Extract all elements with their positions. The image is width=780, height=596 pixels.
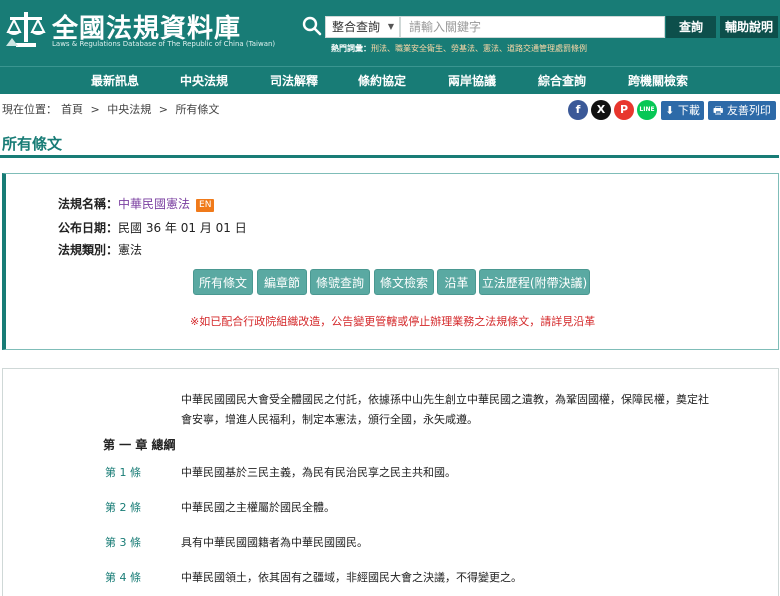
history-button[interactable]: 沿革 (437, 269, 476, 295)
english-version-badge[interactable]: EN (196, 199, 215, 212)
search-type-select[interactable]: 整合查詢 ▼ (325, 16, 400, 38)
article-text-search-button[interactable]: 條文檢索 (374, 269, 434, 295)
article-number-link[interactable]: 第 1 條 (105, 464, 141, 480)
nav-item-cross-agency[interactable]: 跨機關檢索 (628, 67, 688, 95)
preamble-line: 中華民國國民大會受全體國民之付託，依據孫中山先生創立中華民國之遺教，為鞏固國權，… (181, 393, 709, 406)
law-date-value: 民國 36 年 01 月 01 日 (118, 221, 247, 235)
print-button[interactable]: 🖶 友善列印 (708, 101, 776, 120)
nav-item-integrated-search[interactable]: 綜合查詢 (538, 67, 586, 95)
nav-item-judicial[interactable]: 司法解釋 (270, 67, 318, 95)
article-number-link[interactable]: 第 2 條 (105, 499, 141, 515)
main-nav: 最新訊息 中央法規 司法解釋 條約協定 兩岸協議 綜合查詢 跨機關檢索 (0, 66, 780, 94)
title-divider (0, 155, 779, 158)
nav-item-news[interactable]: 最新訊息 (91, 67, 139, 95)
article-text: 中華民國領土，依其固有之疆域，非經國民大會之決議，不得變更之。 (181, 571, 522, 584)
breadcrumb-separator: > (158, 103, 168, 116)
all-articles-button[interactable]: 所有條文 (193, 269, 253, 295)
article-text: 中華民國之主權屬於國民全體。 (181, 501, 335, 514)
breadcrumb-prefix: 現在位置： (2, 103, 57, 116)
help-button[interactable]: 輔助說明 (720, 16, 778, 38)
plurk-share-icon[interactable]: P (614, 100, 634, 120)
breadcrumb-separator: > (90, 103, 100, 116)
search-type-value: 整合查詢 (332, 20, 381, 34)
law-name-link[interactable]: 中華民國憲法 (118, 197, 190, 211)
line-share-icon[interactable]: LINE (637, 100, 657, 120)
law-date-row: 公布日期：民國 36 年 01 月 01 日 (58, 219, 247, 236)
preamble-line: 會安寧，增進人民福利，制定本憲法，頒行全國，永矢咸遵。 (181, 413, 478, 426)
article-number-link[interactable]: 第 4 條 (105, 569, 141, 585)
site-header: 全國法規資料庫 Laws & Regulations Database of T… (0, 0, 780, 66)
site-subtitle: Laws & Regulations Database of The Repub… (52, 40, 276, 48)
chevron-down-icon: ▼ (387, 22, 394, 31)
preamble: 中華民國國民大會受全體國民之付託，依據孫中山先生創立中華民國之遺教，為鞏固國權，… (181, 390, 711, 430)
article-text: 中華民國基於三民主義，為民有民治民享之民主共和國。 (181, 466, 456, 479)
breadcrumb-central-laws[interactable]: 中央法規 (107, 103, 151, 116)
page-title: 所有條文 (2, 135, 63, 153)
scales-logo-icon[interactable] (4, 8, 48, 50)
hot-words-list[interactable]: 刑法、職業安全衛生、勞基法、憲法、道路交通管理處罰條例 (371, 44, 587, 53)
nav-item-treaties[interactable]: 條約協定 (358, 67, 406, 95)
breadcrumb-current: 所有條文 (175, 103, 220, 116)
article-number-search-button[interactable]: 條號查詢 (310, 269, 370, 295)
hot-words: 熱門詞彙：刑法、職業安全衛生、勞基法、憲法、道路交通管理處罰條例 (331, 43, 587, 54)
download-icon: ⬇ (665, 104, 675, 117)
legislative-history-button[interactable]: 立法歷程(附帶決議) (479, 269, 590, 295)
search-icon (302, 16, 322, 36)
hot-words-label: 熱門詞彙： (331, 44, 371, 53)
article-number-link[interactable]: 第 3 條 (105, 534, 141, 550)
law-category-label: 法規類別： (58, 243, 119, 257)
breadcrumb: 現在位置： 首頁 > 中央法規 > 所有條文 (2, 101, 223, 117)
search-button[interactable]: 查詢 (666, 16, 716, 38)
law-category-value: 憲法 (118, 243, 143, 257)
print-icon: 🖶 (713, 104, 724, 117)
x-share-icon[interactable]: X (591, 100, 611, 120)
chapter-heading: 第 一 章 總綱 (103, 438, 176, 452)
nav-item-central-laws[interactable]: 中央法規 (180, 67, 228, 95)
print-label: 友善列印 (726, 104, 771, 117)
download-button[interactable]: ⬇ 下載 (661, 101, 704, 120)
law-name-label: 法規名稱： (58, 197, 119, 211)
reorganization-notice: ※如已配合行政院組織改造，公告變更管轄或停止辦理業務之法規條文，請詳見沿革 (190, 315, 596, 328)
law-category-row: 法規類別：憲法 (58, 241, 142, 258)
nav-item-cross-strait[interactable]: 兩岸協議 (448, 67, 496, 95)
facebook-share-icon[interactable]: f (568, 100, 588, 120)
search-input[interactable] (400, 16, 665, 38)
article-text: 具有中華民國國籍者為中華民國國民。 (181, 536, 368, 549)
chapters-button[interactable]: 編章節 (257, 269, 307, 295)
download-label: 下載 (677, 104, 700, 117)
law-name-row: 法規名稱：中華民國憲法 EN (58, 195, 215, 212)
breadcrumb-home[interactable]: 首頁 (61, 103, 83, 116)
law-date-label: 公布日期： (58, 221, 119, 235)
